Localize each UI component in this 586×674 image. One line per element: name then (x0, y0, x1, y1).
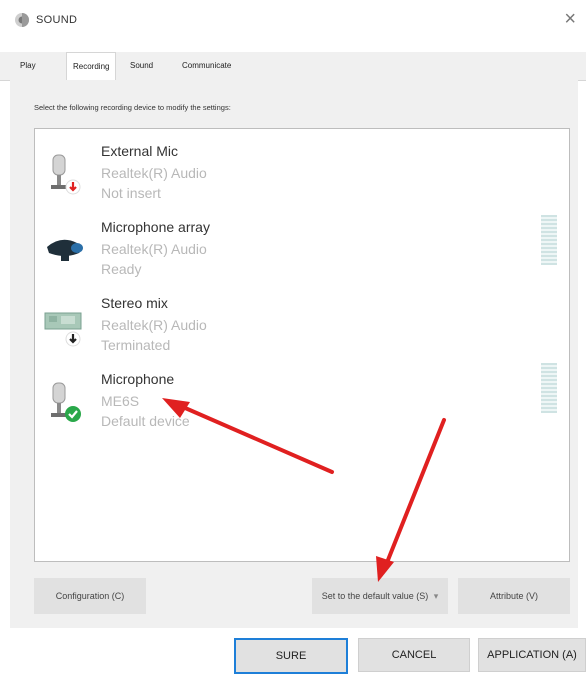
title-bar: SOUND × (0, 0, 586, 40)
device-name: Microphone (101, 371, 175, 387)
set-default-label: Set to the default value (S) (321, 591, 429, 601)
device-driver: Realtek(R) Audio (101, 317, 207, 333)
ok-button[interactable]: SURE (234, 638, 348, 674)
webcam-icon (47, 239, 83, 261)
device-status: Terminated (101, 337, 171, 353)
chevron-down-icon: ▾ (433, 591, 439, 601)
device-item-external-mic[interactable]: External Mic Realtek(R) Audio Not insert (35, 137, 569, 211)
device-driver: Realtek(R) Audio (101, 165, 207, 181)
level-meter (541, 363, 557, 413)
device-name: Microphone array (101, 219, 210, 235)
microphone-icon (51, 154, 81, 195)
device-name: Stereo mix (101, 295, 168, 311)
configure-button[interactable]: Configuration (C) (34, 578, 146, 614)
device-driver: ME6S (101, 393, 140, 409)
tab-play[interactable]: Play (14, 52, 42, 80)
cancel-button[interactable]: CANCEL (358, 638, 470, 672)
window-title: SOUND (36, 14, 78, 26)
tab-communicate[interactable]: Communicate (176, 52, 237, 80)
device-item-stereo-mix[interactable]: Stereo mix Realtek(R) Audio Terminated (35, 289, 569, 363)
tab-strip: Play Recording Sound Communicate (0, 52, 586, 82)
device-list[interactable]: External Mic Realtek(R) Audio Not insert… (34, 128, 570, 562)
close-icon[interactable]: × (564, 8, 576, 31)
sound-card-icon (44, 312, 82, 347)
device-status: Not insert (101, 185, 161, 201)
apply-button[interactable]: APPLICATION (A) (478, 638, 586, 672)
device-item-microphone[interactable]: Microphone ME6S Default device (35, 363, 569, 439)
speaker-icon (15, 13, 29, 27)
device-status: Ready (101, 261, 142, 277)
device-name: External Mic (101, 143, 179, 159)
set-default-button[interactable]: Set to the default value (S) ▾ (312, 578, 448, 614)
device-item-microphone-array[interactable]: Microphone array Realtek(R) Audio Ready (35, 213, 569, 287)
level-meter (541, 215, 557, 265)
instruction-text: Select the following recording device to… (34, 103, 231, 112)
properties-button[interactable]: Attribute (V) (458, 578, 570, 614)
tab-sound[interactable]: Sound (124, 52, 159, 80)
device-status: Default device (101, 413, 190, 429)
microphone-icon (51, 382, 81, 422)
tab-recording[interactable]: Recording (66, 52, 117, 82)
device-driver: Realtek(R) Audio (101, 241, 207, 257)
